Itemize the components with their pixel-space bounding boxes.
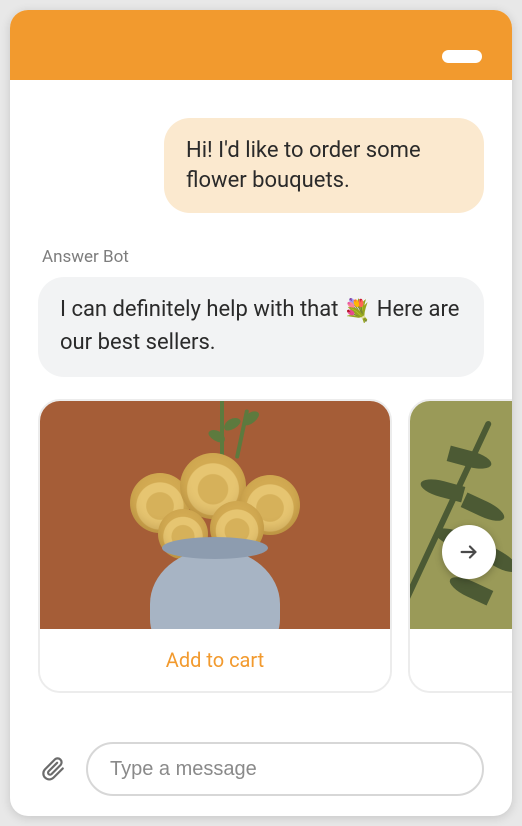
paperclip-icon (40, 754, 66, 784)
product-image (410, 401, 512, 629)
minimize-button[interactable] (442, 50, 482, 63)
bot-message-bubble: I can definitely help with that 💐 Here a… (38, 277, 484, 377)
add-to-cart-button[interactable]: Add to cart (410, 629, 512, 691)
add-to-cart-label: Add to cart (166, 648, 264, 672)
bouquet-emoji-icon: 💐 (344, 297, 371, 328)
chat-widget: Hi! I'd like to order some flower bouque… (10, 10, 512, 816)
message-input[interactable] (86, 742, 484, 796)
arrow-right-icon (458, 541, 480, 563)
bot-name-label: Answer Bot (38, 247, 484, 267)
chat-header (10, 10, 512, 80)
bot-message-text-pre: I can definitely help with that (60, 297, 344, 322)
carousel-next-button[interactable] (442, 525, 496, 579)
product-card[interactable]: Add to cart (38, 399, 392, 693)
user-message-text: Hi! I'd like to order some flower bouque… (186, 138, 421, 193)
add-to-cart-button[interactable]: Add to cart (40, 629, 390, 691)
user-message-bubble: Hi! I'd like to order some flower bouque… (164, 118, 484, 213)
attach-button[interactable] (38, 751, 68, 787)
chat-messages: Hi! I'd like to order some flower bouque… (10, 80, 512, 377)
message-input-row (10, 742, 512, 796)
product-image (40, 401, 390, 629)
product-carousel: Add to cart Add to car (10, 399, 512, 697)
